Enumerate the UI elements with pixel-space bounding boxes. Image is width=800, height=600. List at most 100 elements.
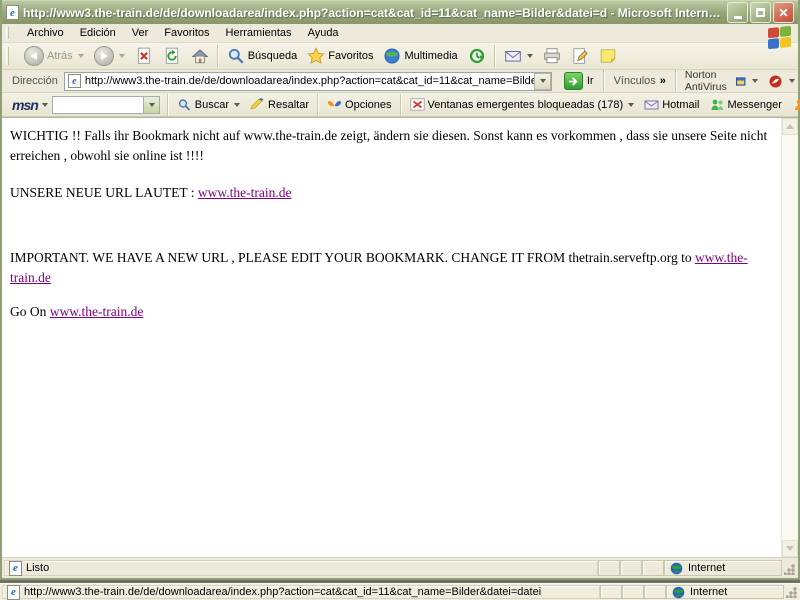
background-status-url-pane: e http://www3.the-train.de/de/downloadar… (2, 585, 600, 599)
star-icon (307, 47, 325, 65)
msn-search-input[interactable] (53, 99, 143, 111)
globe-icon (671, 586, 686, 599)
media-button[interactable]: Multimedia (378, 44, 462, 68)
go-on-line: Go On www.the-train.de (10, 302, 775, 322)
close-icon: ✕ (778, 6, 788, 20)
edit-icon (571, 47, 589, 65)
scrollbar-track[interactable] (782, 135, 798, 540)
background-window-statusbar[interactable]: e http://www3.the-train.de/de/downloadar… (0, 583, 800, 600)
go-button[interactable]: Ir (558, 70, 600, 92)
menu-herramientas[interactable]: Herramientas (218, 25, 300, 41)
hotmail-button[interactable]: Hotmail (639, 94, 704, 115)
msn-search-box[interactable] (52, 96, 160, 114)
minimize-button[interactable] (727, 2, 748, 23)
notes-button[interactable] (594, 44, 622, 68)
msn-logo[interactable]: msn (12, 97, 38, 113)
adobe-dropdown-icon (789, 79, 795, 83)
notice-german: WICHTIG !! Falls ihr Bookmark nicht auf … (10, 126, 775, 167)
status-pane (622, 585, 644, 599)
print-icon (543, 47, 561, 65)
status-pane (598, 560, 620, 576)
window-controls: ✕ (727, 2, 794, 23)
address-label: Dirección (12, 75, 58, 87)
zone-text: Internet (690, 586, 727, 598)
forward-dropdown-icon (119, 54, 125, 58)
highlighter-icon (250, 98, 265, 111)
favorites-button[interactable]: Favoritos (302, 44, 378, 68)
toolbar-separator (167, 94, 169, 116)
status-pane (644, 585, 666, 599)
butterfly-icon (327, 98, 342, 111)
address-input-wrap[interactable]: e (64, 72, 552, 91)
buscar-dropdown-icon (234, 103, 240, 107)
refresh-button[interactable] (158, 44, 186, 68)
status-pane (600, 585, 622, 599)
norton-icon (736, 75, 745, 88)
back-dropdown-icon (78, 54, 84, 58)
menu-ayuda[interactable]: Ayuda (300, 25, 347, 41)
menu-ver[interactable]: Ver (124, 25, 157, 41)
msn-buscar-button[interactable]: Buscar (172, 94, 245, 115)
back-button[interactable]: Atrás (19, 44, 89, 68)
blocked-popup-icon (410, 98, 425, 111)
msn-opciones-button[interactable]: Opciones (322, 94, 396, 115)
scroll-down-button[interactable] (782, 540, 798, 557)
msn-search-dropdown-button[interactable] (143, 97, 159, 113)
resize-grip[interactable] (784, 585, 798, 599)
status-message-pane: e Listo (4, 560, 598, 576)
msn-resaltar-button[interactable]: Resaltar (245, 94, 314, 115)
chevron-down-icon (149, 103, 155, 107)
search-button[interactable]: Búsqueda (222, 44, 303, 68)
msn-toolbar: msn Buscar Resaltar Opcio (2, 93, 798, 117)
maximize-button[interactable] (750, 2, 771, 23)
address-dropdown-button[interactable] (534, 73, 551, 90)
menu-favoritos[interactable]: Favoritos (156, 25, 217, 41)
the-train-link[interactable]: www.the-train.de (50, 304, 144, 319)
address-bar: Dirección e Ir Vínculos » Norton AntiVir… (2, 70, 798, 93)
popup-blocker-button[interactable]: Ventanas emergentes bloqueadas (178) (405, 94, 640, 115)
messenger-icon (710, 98, 725, 111)
adobe-pdf-button[interactable] (763, 75, 800, 88)
new-url-line-german: UNSERE NEUE URL LAUTET : www.the-train.d… (10, 183, 775, 203)
scroll-up-button[interactable] (782, 118, 798, 135)
ie-page-icon: e (7, 585, 20, 600)
resize-grip[interactable] (782, 560, 796, 576)
history-button[interactable] (463, 44, 491, 68)
stop-button[interactable] (130, 44, 158, 68)
edit-button[interactable] (566, 44, 594, 68)
ie-window: e http://www3.the-train.de/de/downloadar… (0, 0, 800, 580)
menu-edicion[interactable]: Edición (72, 25, 124, 41)
msn-dropdown-icon[interactable] (42, 103, 48, 107)
close-button[interactable]: ✕ (773, 2, 794, 23)
toolbar-separator (603, 70, 605, 92)
address-input[interactable] (81, 74, 534, 89)
my-msn-button[interactable]: Mi MSN (787, 94, 800, 115)
home-button[interactable] (186, 44, 214, 68)
menu-bar: Archivo Edición Ver Favoritos Herramient… (2, 24, 798, 43)
links-bar[interactable]: Vínculos » (608, 75, 672, 87)
mail-button[interactable] (499, 44, 538, 68)
title-bar[interactable]: e http://www3.the-train.de/de/downloadar… (2, 0, 798, 24)
down-arrow-icon (786, 546, 794, 551)
print-button[interactable] (538, 44, 566, 68)
my-msn-icon (792, 98, 800, 111)
page-content: WICHTIG !! Falls ihr Bookmark nicht auf … (2, 118, 781, 557)
vertical-scrollbar[interactable] (781, 118, 798, 557)
adobe-icon (768, 75, 783, 88)
status-bar: e Listo Internet (2, 557, 798, 578)
toolbar-separator (317, 94, 319, 116)
messenger-button[interactable]: Messenger (705, 94, 787, 115)
refresh-icon (163, 47, 181, 65)
up-arrow-icon (786, 124, 794, 129)
windows-flag-icon (768, 26, 792, 51)
menu-archivo[interactable]: Archivo (19, 25, 72, 41)
the-train-link[interactable]: www.the-train.de (198, 185, 292, 200)
norton-antivirus-button[interactable]: Norton AntiVirus (680, 69, 763, 93)
maximize-icon (756, 8, 765, 17)
toolbar-grip[interactable] (6, 47, 9, 65)
security-zone-pane: Internet (664, 560, 782, 576)
forward-button[interactable] (89, 44, 130, 68)
toolbar-grip[interactable] (6, 27, 9, 40)
background-status-url: http://www3.the-train.de/de/downloadarea… (24, 586, 541, 598)
popup-dropdown-icon (628, 103, 634, 107)
